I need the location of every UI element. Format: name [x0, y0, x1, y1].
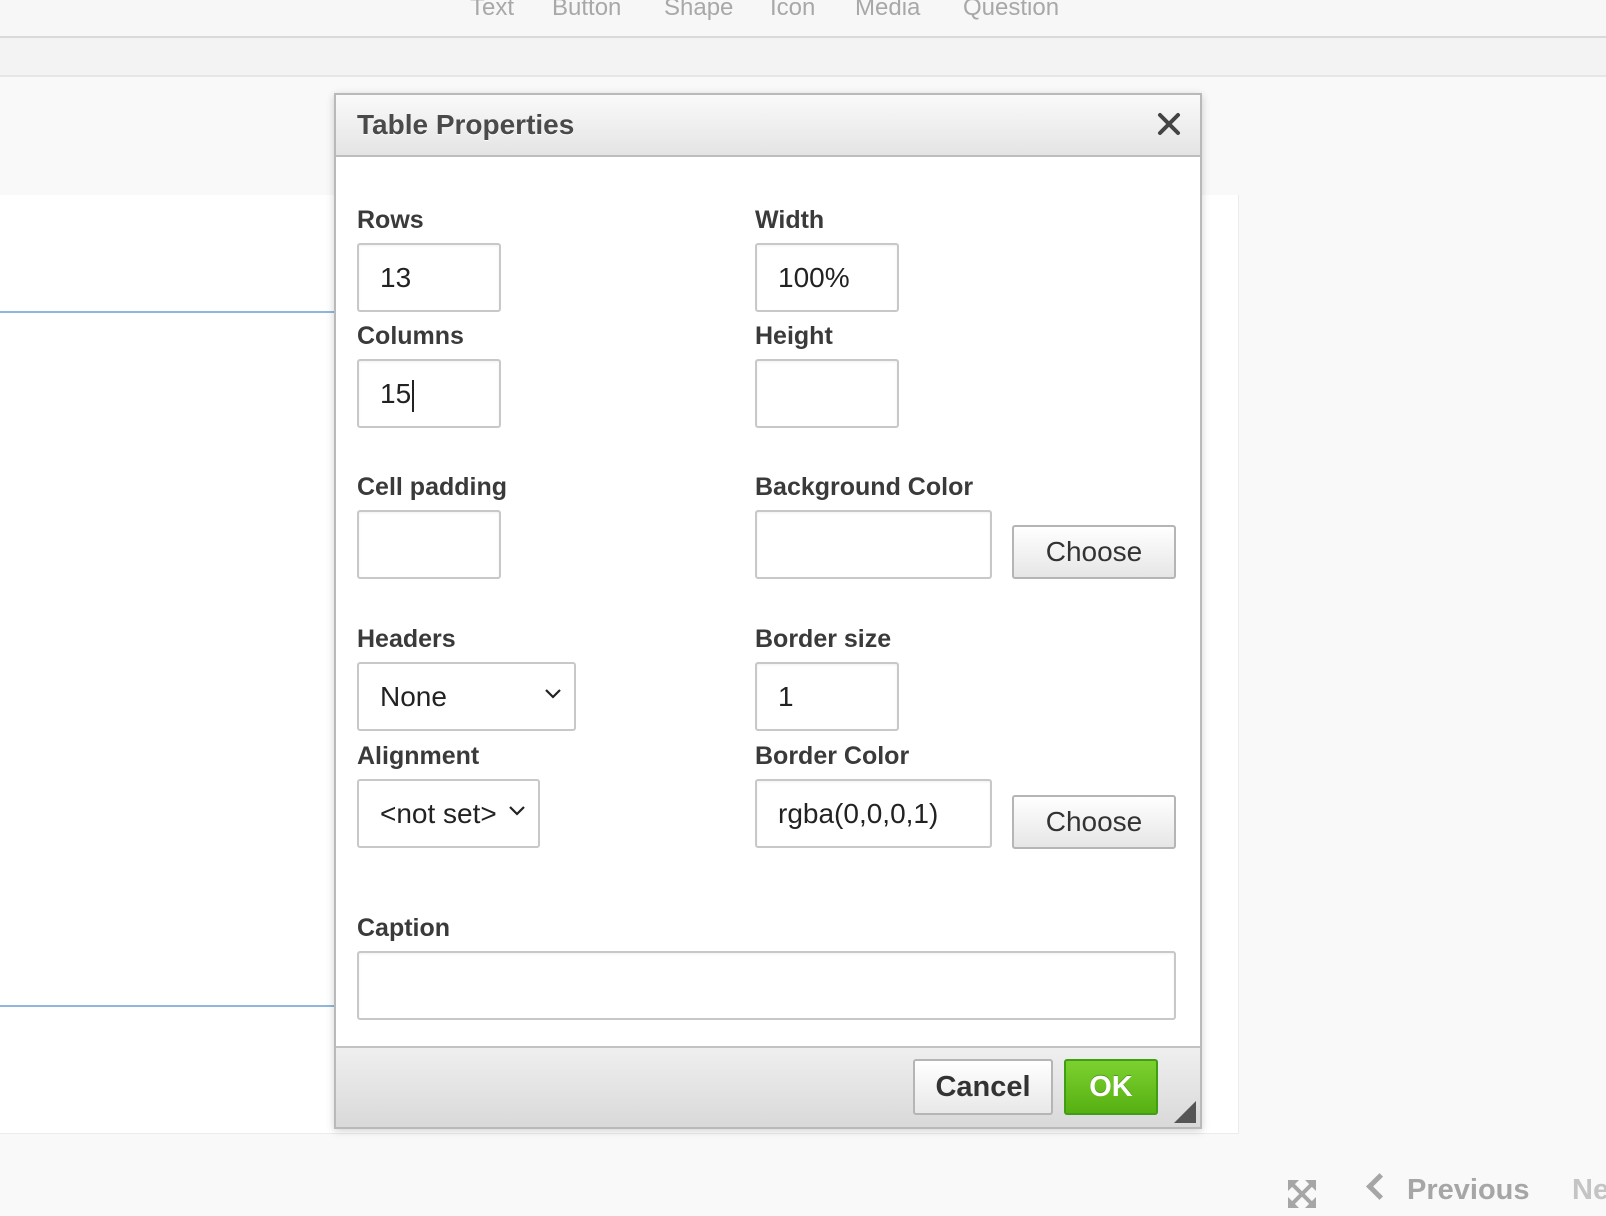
table-guide-line-bottom: [0, 1005, 340, 1007]
tab-question[interactable]: Question: [963, 0, 1059, 22]
previous-label: Previous: [1407, 1174, 1530, 1206]
rows-value: 13: [380, 262, 412, 293]
chevron-left-icon: [1366, 1173, 1393, 1200]
alignment-value: <not set>: [380, 798, 497, 829]
dialog-title: Table Properties: [357, 109, 575, 140]
next-label: Ne: [1572, 1174, 1606, 1206]
border-color-input[interactable]: rgba(0,0,0,1): [755, 779, 992, 848]
border-color-label: Border Color: [755, 742, 910, 770]
width-value: 100%: [778, 262, 850, 293]
close-icon[interactable]: [1154, 109, 1184, 139]
top-toolbar: Text Button Shape Icon Media Question: [0, 0, 1606, 38]
border-size-value: 1: [778, 681, 794, 712]
ok-button[interactable]: OK: [1064, 1059, 1158, 1115]
border-size-label: Border size: [755, 625, 892, 653]
tab-button[interactable]: Button: [552, 0, 621, 22]
background-color-label: Background Color: [755, 473, 974, 501]
headers-value: None: [380, 681, 447, 712]
border-size-input[interactable]: 1: [755, 662, 899, 731]
cell-padding-input[interactable]: [357, 510, 501, 579]
previous-button[interactable]: Previous: [1366, 1173, 1530, 1207]
border-color-choose-button[interactable]: Choose: [1012, 795, 1176, 849]
dialog-header[interactable]: Table Properties: [336, 95, 1200, 157]
caption-label: Caption: [357, 914, 451, 942]
resize-grip-icon[interactable]: [1174, 1101, 1196, 1123]
headers-select[interactable]: None: [357, 662, 576, 731]
background-color-choose-button[interactable]: Choose: [1012, 525, 1176, 579]
chevron-down-icon: [509, 806, 525, 816]
dialog-footer: Cancel OK: [336, 1046, 1200, 1127]
next-button[interactable]: Ne: [1572, 1174, 1606, 1207]
tab-shape[interactable]: Shape: [664, 0, 733, 22]
caption-input[interactable]: [357, 951, 1176, 1020]
headers-label: Headers: [357, 625, 456, 653]
cancel-button[interactable]: Cancel: [913, 1059, 1053, 1115]
tab-media[interactable]: Media: [855, 0, 920, 22]
width-label: Width: [755, 206, 825, 234]
width-input[interactable]: 100%: [755, 243, 899, 312]
text-caret: [412, 379, 415, 412]
alignment-select[interactable]: <not set>: [357, 779, 540, 848]
table-properties-dialog: Table Properties Rows 13 Columns 15 Cell…: [334, 93, 1202, 1129]
rows-label: Rows: [357, 206, 424, 234]
cell-padding-label: Cell padding: [357, 473, 507, 501]
tab-text[interactable]: Text: [470, 0, 514, 22]
columns-value: 15: [380, 378, 412, 409]
background-color-input[interactable]: [755, 510, 992, 579]
secondary-toolbar: [0, 38, 1606, 77]
table-guide-line-top: [0, 311, 340, 313]
tab-icon[interactable]: Icon: [770, 0, 815, 22]
columns-input[interactable]: 15: [357, 359, 501, 428]
columns-label: Columns: [357, 322, 464, 350]
border-color-value: rgba(0,0,0,1): [778, 798, 939, 829]
chevron-down-icon: [545, 689, 561, 699]
rows-input[interactable]: 13: [357, 243, 501, 312]
alignment-label: Alignment: [357, 742, 480, 770]
height-label: Height: [755, 322, 833, 350]
expand-icon[interactable]: [1288, 1180, 1316, 1208]
height-input[interactable]: [755, 359, 899, 428]
